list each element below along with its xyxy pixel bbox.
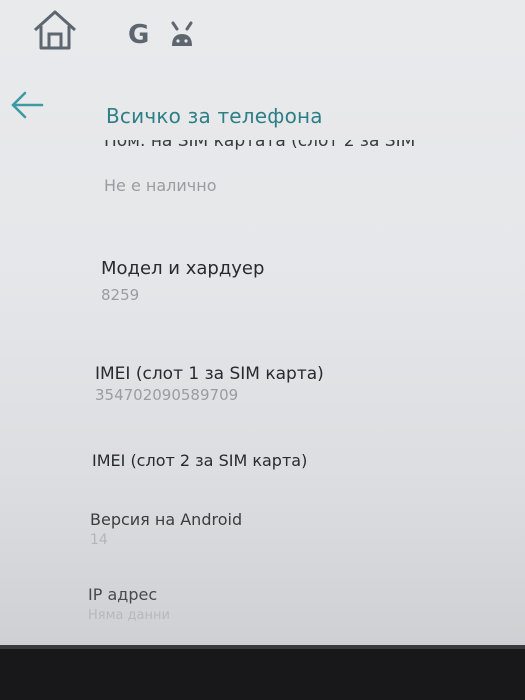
- status-bar: G: [0, 0, 525, 60]
- back-button[interactable]: [6, 84, 48, 126]
- list-item-imei2[interactable]: IMEI (слот 2 за SIM карта): [0, 435, 525, 495]
- device-bezel: [0, 645, 525, 700]
- item-value: Няма данни: [88, 608, 170, 623]
- phone-screen: G Всичко за телефона Ном. на SIM картата…: [0, 0, 525, 645]
- item-title: IMEI (слот 2 за SIM карта): [92, 451, 308, 470]
- item-value: Не е налично: [104, 176, 217, 195]
- item-title: Ном. на SIM картата (слот 2 за SIM: [104, 140, 416, 151]
- item-title: Модел и хардуер: [101, 258, 265, 279]
- item-title: IMEI (слот 1 за SIM карта): [95, 364, 324, 384]
- item-title: Версия на Android: [90, 510, 243, 529]
- notification-icon: [171, 21, 193, 46]
- list-item-imei1[interactable]: IMEI (слот 1 за SIM карта) 3547020905897…: [0, 340, 525, 420]
- item-value: 8259: [101, 286, 140, 304]
- home-icon[interactable]: [30, 8, 80, 52]
- settings-list: Ном. на SIM картата (слот 2 за SIM Не е …: [0, 140, 525, 645]
- page-title: Всичко за телефона: [106, 104, 323, 128]
- list-item-model[interactable]: Модел и хардуер 8259: [0, 240, 525, 320]
- app-bar: Всичко за телефона: [0, 78, 525, 142]
- item-value: 354702090589709: [95, 386, 239, 404]
- arrow-back-icon: [11, 91, 44, 119]
- list-item-sim2-number[interactable]: Ном. на SIM картата (слот 2 за SIM Не е …: [0, 140, 525, 206]
- list-item-android-version[interactable]: Версия на Android 14: [0, 500, 525, 570]
- item-title: IP адрес: [88, 585, 158, 604]
- google-icon: G: [128, 20, 150, 50]
- item-value: 14: [90, 532, 108, 548]
- list-item-ip-address[interactable]: IP адрес Няма данни: [0, 575, 525, 645]
- screen-edge: [0, 645, 525, 649]
